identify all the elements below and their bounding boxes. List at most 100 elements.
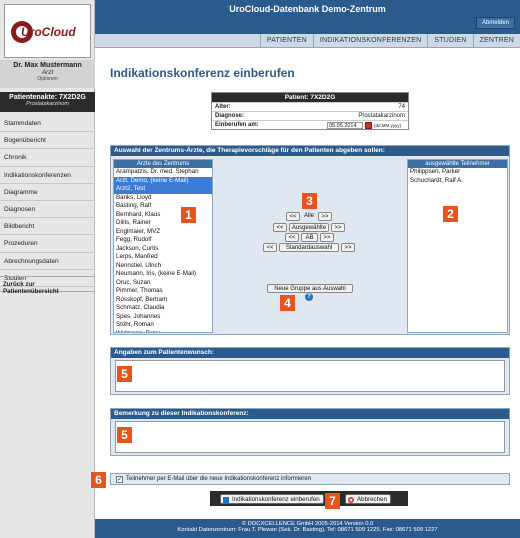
user-options-link[interactable]: Optionen (0, 76, 95, 82)
patient-card-title: Patientenakte: 7X2D2G (9, 94, 86, 101)
selection-header: Auswahl der Zentrums-Ärzte, die Therapie… (111, 146, 509, 156)
standard-selection-label: Standardauswahl (279, 243, 339, 252)
email-notify-row: ✓ Teilnehmer per E-Mail über die neue In… (110, 473, 510, 485)
doctor-item[interactable]: Lerps, Manfred (114, 253, 212, 262)
header: UroCloud-Datenbank Demo-Zentrum Abmelden (95, 0, 520, 34)
cancel-label: Abbrechen (357, 496, 387, 503)
participant-item[interactable]: Schuchardt, Ralf A. (408, 177, 507, 186)
doctor-item[interactable]: Spes, Johannes (114, 313, 212, 322)
remark-textarea[interactable] (115, 421, 505, 453)
doctor-item[interactable]: Fegg, Rudolf (114, 236, 212, 245)
patient-info-table: Patient: 7X2D2G Alter: 74 Diagnose: Pros… (211, 92, 409, 130)
submit-icon (223, 496, 229, 503)
doctor-item[interactable]: Basting, Ralf (114, 202, 212, 211)
move-standard-right-button[interactable]: >> (341, 243, 355, 252)
diagnosis-label: Diagnose: (215, 113, 245, 119)
user-box: Dr. Max Mustermann Arzt Optionen (0, 60, 95, 88)
patient-wish-panel: Angaben zum Patientenwunsch: (110, 347, 510, 395)
patient-wish-textarea[interactable] (115, 360, 505, 392)
doctor-item[interactable]: Neumann, Iris, (keine E-Mail) (114, 270, 212, 279)
marker-7: 7 (325, 493, 340, 509)
doctor-item[interactable]: Banks, Lloyd (114, 194, 212, 203)
action-bar: Indikationskonferenz einberufen Abbreche… (210, 491, 408, 506)
patient-info-header: Patient: 7X2D2G (212, 93, 408, 102)
move-all-right-button[interactable]: >> (318, 212, 332, 221)
doctor-item[interactable]: Schmatz, Claudia (114, 304, 212, 313)
sidebar-item-indikationskonferenzen[interactable]: Indikationskonferenzen (0, 167, 95, 184)
doctor-item[interactable]: Jackson, Curtis (114, 245, 212, 254)
doctor-item[interactable]: Arzt2, Test (114, 185, 212, 194)
logo[interactable]: UroCloud (4, 4, 91, 58)
doctor-item[interactable]: Rosskopf, Bertram (114, 296, 212, 305)
doctor-item[interactable]: Stöhr, Roman (114, 321, 212, 330)
help-icon[interactable]: ? (305, 293, 313, 301)
user-name: Dr. Max Mustermann (13, 62, 82, 69)
footer-contact: Kontakt Datenzentrum: Frau T. Plewan (Se… (177, 527, 438, 533)
move-ab-right-button[interactable]: >> (320, 233, 334, 242)
remark-header: Bemerkung zu dieser Indikationskonferenz… (111, 409, 509, 419)
submit-conference-button[interactable]: Indikationskonferenz einberufen (220, 494, 324, 504)
sidebar-item-stammdaten[interactable]: Stammdaten (0, 115, 95, 133)
doctor-item[interactable]: Arzt, Demo, (keine E-Mail) (114, 176, 212, 185)
doctor-item[interactable]: Dillis, Rainer (114, 219, 212, 228)
sidebar-item-diagramme[interactable]: Diagramme (0, 184, 95, 201)
marker-1: 1 (181, 207, 196, 223)
sidebar-item-prozeduren[interactable]: Prozeduren (0, 235, 95, 253)
participant-item[interactable]: Philippsen, Parker (408, 168, 507, 177)
selected-label: Ausgewählte (289, 223, 329, 232)
doctor-item[interactable]: Oruc, Suzan (114, 279, 212, 288)
date-format-hint: (dd.MM.yyyy) (374, 122, 401, 128)
sidebar-menu: Stammdaten Bogenübericht Chronik Indikat… (0, 115, 95, 287)
move-standard-left-button[interactable]: << (263, 243, 277, 252)
calendar-icon[interactable] (365, 121, 372, 129)
logo-text: UroCloud (21, 25, 76, 39)
tab-indikationskonferenzen[interactable]: INDIKATIONSKONFERENZEN (312, 34, 428, 48)
doctor-item[interactable]: Bernhard, Klaus (114, 211, 212, 220)
marker-4: 4 (280, 295, 295, 311)
age-value: 74 (398, 104, 405, 110)
doctor-list[interactable]: Ärzte des Zentrums Arampatzis, Dr. med. … (113, 159, 213, 333)
app-title: UroCloud-Datenbank Demo-Zentrum (229, 4, 386, 14)
back-to-patients-link[interactable]: Zurück zur Patientenübersicht (0, 276, 95, 295)
sidebar-item-diagnosen[interactable]: Diagnosen (0, 201, 95, 219)
marker-5a: 5 (117, 366, 132, 382)
patient-wish-header: Angaben zum Patientenwunsch: (111, 348, 509, 358)
sidebar-item-bogenuebericht[interactable]: Bogenübericht (0, 132, 95, 150)
sidebar-item-chronik[interactable]: Chronik (0, 149, 95, 167)
main-nav: PATIENTEN INDIKATIONSKONFERENZEN STUDIEN… (95, 34, 520, 48)
sidebar-item-abrechnungsdaten[interactable]: Abrechnungsdaten (0, 253, 95, 270)
patient-card-diagnosis: Prostatakarzinom (26, 101, 69, 107)
move-selected-right-button[interactable]: >> (331, 223, 345, 232)
cancel-button[interactable]: Abbrechen (345, 494, 391, 504)
doctor-item[interactable]: Arampatzis, Dr. med. Stephan (114, 168, 212, 177)
tab-patienten[interactable]: PATIENTEN (259, 34, 313, 48)
all-label: Alle (303, 213, 314, 219)
marker-3: 3 (302, 193, 317, 209)
logout-button[interactable]: Abmelden (475, 17, 515, 29)
ab-label: AB (301, 233, 318, 242)
date-field[interactable]: 05.05.2014 (327, 121, 363, 129)
move-all-left-button[interactable]: << (286, 212, 300, 221)
move-selected-left-button[interactable]: << (273, 223, 287, 232)
doctor-list-header: Ärzte des Zentrums (114, 160, 212, 168)
diagnosis-value: Prostatakarzinom (358, 113, 405, 119)
footer: © DOCXCELLENCE GmbH 2005-2014 Version 0.… (95, 519, 520, 538)
submit-label: Indikationskonferenz einberufen (232, 496, 320, 503)
participant-list-header: ausgewählte Teilnehmer (408, 160, 507, 168)
doctor-item[interactable]: Englmaier, MVZ (114, 228, 212, 237)
move-ab-left-button[interactable]: << (285, 233, 299, 242)
email-notify-label: Teilnehmer per E-Mail über die neue Indi… (126, 476, 312, 482)
doctor-item[interactable]: Pimmer, Thomas (114, 287, 212, 296)
email-notify-checkbox[interactable]: ✓ (116, 476, 123, 483)
tab-studien[interactable]: STUDIEN (427, 34, 472, 48)
sidebar: UroCloud Dr. Max Mustermann Arzt Optione… (0, 0, 95, 538)
tab-zentren[interactable]: ZENTREN (472, 34, 520, 48)
sidebar-item-bildbericht[interactable]: Bildbericht (0, 218, 95, 236)
age-label: Alter: (215, 104, 231, 110)
remark-panel: Bemerkung zu dieser Indikationskonferenz… (110, 408, 510, 456)
doctor-item[interactable]: Widmann, Peter (114, 330, 212, 333)
doctor-item[interactable]: Nennstiel, Ulrich (114, 262, 212, 271)
user-role: Arzt (41, 69, 54, 76)
participant-list[interactable]: ausgewählte Teilnehmer Philippsen, Parke… (407, 159, 508, 333)
new-group-button[interactable]: Neue Gruppe aus Auswahl (267, 284, 353, 293)
